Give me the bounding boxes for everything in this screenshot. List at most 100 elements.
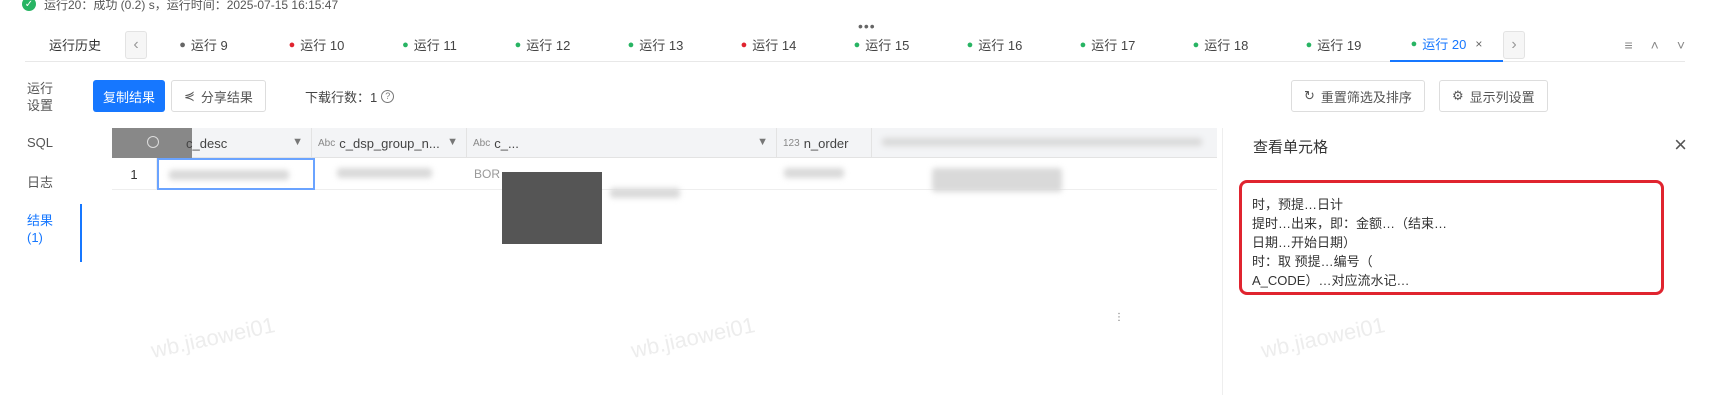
- tab-run-11[interactable]: ● 运行 11: [373, 28, 486, 62]
- row-number: 1: [112, 158, 157, 190]
- tab-controls: ≡ ˄ ˅: [1624, 28, 1685, 62]
- column-name: n_order: [803, 135, 849, 151]
- tab-run-history[interactable]: 运行历史: [25, 35, 125, 54]
- column-header-n-order[interactable]: 123 n_order: [777, 128, 872, 158]
- tab-label: 运行 12: [526, 38, 571, 53]
- resize-handle-icon[interactable]: ⋮: [1114, 312, 1124, 323]
- sidenav-item-log[interactable]: 日志: [22, 162, 82, 204]
- tab-label: 运行 19: [1317, 38, 1362, 53]
- cell-content-line: 时：取 预提…编号（: [1252, 254, 1373, 269]
- tab-label: 运行 16: [978, 38, 1023, 53]
- status-dot-icon: ●: [627, 38, 635, 51]
- run-tab-list: ● 运行 9 ● 运行 10 ● 运行 11 ● 运行 12 ● 运行 13 ● 运行 14 ● 运行 1…: [147, 28, 1503, 62]
- tab-run-9[interactable]: ● 运行 9: [147, 28, 260, 62]
- cell-content-line: 时，预提…日计: [1252, 197, 1344, 212]
- sidenav-item-settings[interactable]: 运行 设置: [22, 72, 82, 120]
- status-dot-icon: ●: [853, 38, 861, 51]
- status-dot-icon: ●: [402, 38, 409, 51]
- copy-result-button[interactable]: 复制结果: [93, 80, 166, 112]
- tab-run-14[interactable]: ● 运行 14: [712, 28, 825, 62]
- column-name: c_...: [494, 135, 519, 151]
- status-dot-icon: ●: [1410, 37, 1418, 50]
- share-result-button[interactable]: ⋞ 分享结果: [171, 80, 266, 112]
- filter-icon[interactable]: ▼: [292, 136, 303, 148]
- column-header-c[interactable]: Abc c_... ▼: [467, 128, 777, 158]
- refresh-icon: ↻: [1304, 88, 1315, 103]
- result-grid: c_desc ▼ Abc c_dsp_group_n... ▼ Abc c_..…: [112, 128, 1222, 378]
- panel-title: 查看单元格: [1253, 139, 1329, 156]
- blurred-cell: [337, 168, 432, 178]
- app-root: ✓ 运行20：成功 (0.2) s，运行时间：2025-07-15 16:15:…: [0, 0, 1717, 395]
- chevron-left-icon[interactable]: ‹: [125, 30, 147, 59]
- tab-label: 运行 18: [1204, 38, 1249, 53]
- blurred-cell: [610, 188, 680, 198]
- run-status: ✓ 运行20：成功 (0.2) s，运行时间：2025-07-15 16:15:…: [22, 0, 338, 14]
- run-status-text: 运行20：成功 (0.2) s，运行时间：2025-07-15 16:15:47: [44, 0, 339, 12]
- status-dot-icon: ●: [288, 38, 296, 51]
- filter-icon[interactable]: ▼: [447, 136, 458, 148]
- tab-run-17[interactable]: ● 运行 17: [1051, 28, 1164, 62]
- tab-run-10[interactable]: ● 运行 10: [260, 28, 373, 62]
- result-toolbar: 复制结果 ⋞ 分享结果 下载行数：1 ? ↻ 重置筛选及排序 ⚙ 显示列设置: [93, 80, 1693, 112]
- type-number-icon: 123: [783, 137, 800, 149]
- tab-run-15[interactable]: ● 运行 15: [825, 28, 938, 62]
- close-tab-icon[interactable]: ×: [1475, 37, 1482, 51]
- status-dot-icon: ●: [514, 38, 522, 51]
- download-rows-label: 下载行数：1: [305, 89, 378, 105]
- column-settings-label: 显示列设置: [1469, 89, 1535, 105]
- blurred-cell: [784, 168, 844, 178]
- status-dot-icon: ●: [1305, 38, 1313, 51]
- redaction-block: [502, 172, 602, 244]
- selected-cell[interactable]: [157, 158, 315, 190]
- reset-filter-sort-button[interactable]: ↻ 重置筛选及排序: [1291, 80, 1425, 112]
- share-icon: ⋞: [184, 88, 195, 103]
- sidenav-item-results[interactable]: 结果 (1): [22, 204, 82, 262]
- column-name: c_dsp_group_n...: [339, 135, 440, 151]
- grid-header: c_desc ▼ Abc c_dsp_group_n... ▼ Abc c_..…: [112, 128, 1217, 158]
- menu-icon[interactable]: ≡: [1624, 37, 1632, 53]
- column-header-c-dsp-group[interactable]: Abc c_dsp_group_n... ▼: [312, 128, 467, 158]
- table-row[interactable]: 1 BOR: [112, 158, 1217, 244]
- tab-run-20[interactable]: ● 运行 20 ×: [1390, 28, 1503, 62]
- tab-run-13[interactable]: ● 运行 13: [599, 28, 712, 62]
- help-icon[interactable]: ?: [381, 89, 395, 103]
- cell-content-box: 时，预提…日计提时…出来，即：金额…（结束… 日期…开始日期） 时：取 预提…编号（…: [1239, 180, 1664, 295]
- status-dot-icon: ●: [966, 38, 974, 51]
- blurred-cell: [932, 168, 1062, 192]
- tab-label: 运行 17: [1091, 38, 1136, 53]
- status-dot-icon: ●: [1079, 38, 1087, 51]
- column-settings-button[interactable]: ⚙ 显示列设置: [1439, 80, 1548, 112]
- status-dot-icon: ●: [1192, 38, 1200, 51]
- expand-down-icon[interactable]: ˅: [1677, 37, 1685, 53]
- tab-label: 运行 10: [300, 38, 345, 53]
- tab-run-12[interactable]: ● 运行 12: [486, 28, 599, 62]
- cell-content-line: 日期…开始日期）: [1252, 235, 1357, 250]
- tab-run-18[interactable]: ● 运行 18: [1164, 28, 1277, 62]
- tab-label: 运行 11: [413, 38, 457, 53]
- column-name: c_desc: [186, 135, 228, 151]
- result-sidenav: 运行 设置 SQL 日志 结果 (1): [22, 72, 82, 262]
- collapse-up-icon[interactable]: ˄: [1651, 37, 1659, 53]
- filter-icon[interactable]: ▼: [757, 136, 768, 148]
- tab-run-19[interactable]: ● 运行 19: [1277, 28, 1390, 62]
- cell-viewer-panel: 查看单元格 × 时，预提…日计提时…出来，即：金额…（结束… 日期…开始日期） 时：…: [1222, 128, 1717, 395]
- cell-content-line: 提时…出来，即：金额…（结束…: [1252, 216, 1448, 231]
- run-tabs: 运行历史 ‹ ● 运行 9 ● 运行 10 ● 运行 11 ● 运行 12 ● 运行 13 ● 运行 …: [25, 28, 1685, 62]
- sidenav-item-sql[interactable]: SQL: [22, 120, 82, 162]
- column-header-extra[interactable]: [872, 128, 1217, 158]
- column-header-c-desc[interactable]: c_desc ▼: [180, 128, 312, 158]
- success-check-icon: ✓: [22, 0, 36, 11]
- status-dot-icon: ●: [740, 38, 748, 51]
- type-string-icon: Abc: [318, 137, 336, 149]
- share-result-label: 分享结果: [200, 89, 253, 105]
- chevron-right-icon[interactable]: ›: [1503, 30, 1525, 59]
- close-icon[interactable]: ×: [1674, 132, 1687, 158]
- cell-content-line: A_CODE）…对应流水记…: [1252, 273, 1410, 288]
- tab-run-16[interactable]: ● 运行 16: [938, 28, 1051, 62]
- cell-value: BOR: [474, 167, 501, 181]
- reset-filter-sort-label: 重置筛选及排序: [1320, 89, 1412, 105]
- type-string-icon: Abc: [473, 137, 491, 149]
- tab-label: 运行 13: [639, 38, 684, 53]
- gear-icon: ⚙: [1452, 88, 1464, 103]
- tab-label: 运行 14: [752, 38, 797, 53]
